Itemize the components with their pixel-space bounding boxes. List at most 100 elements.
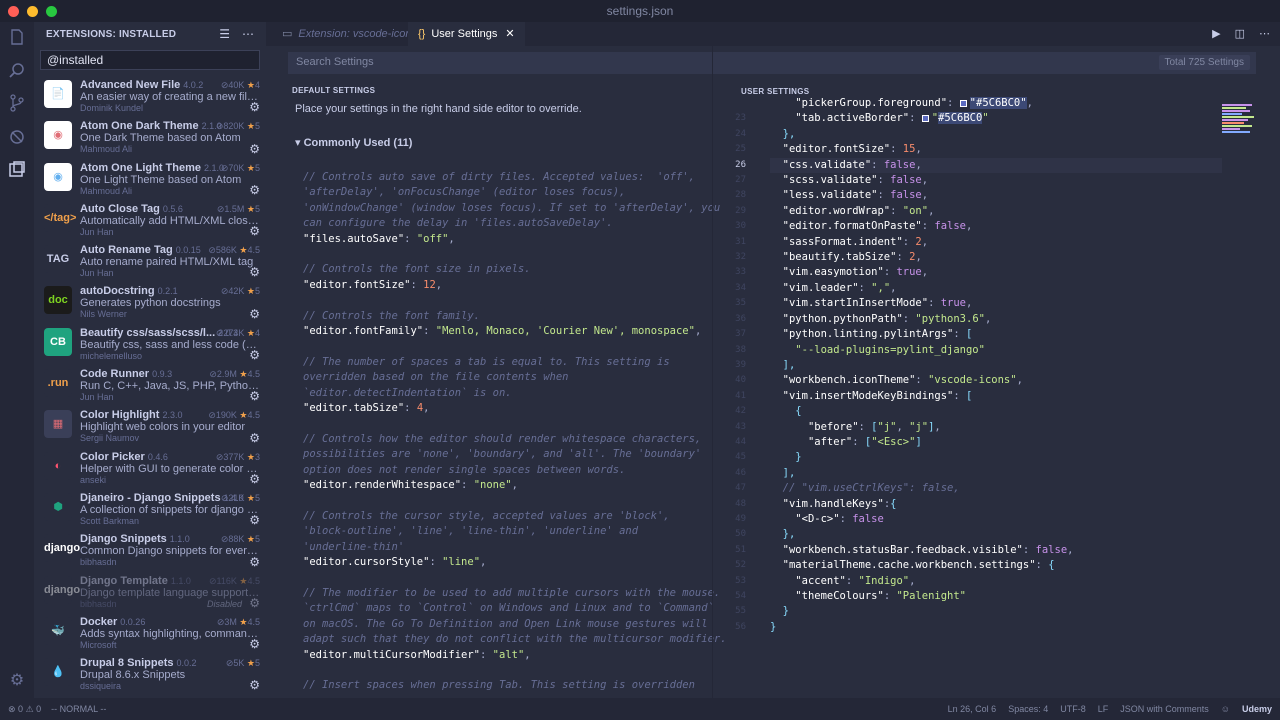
extension-gear-icon[interactable]: ⚙: [249, 596, 260, 610]
extension-item[interactable]: TAG Auto Rename Tag 0.0.15 ⊘586K ★4.5 Auto r…: [34, 241, 266, 282]
code-line[interactable]: "--load-plugins=pylint_django": [770, 343, 1073, 358]
language-mode[interactable]: JSON with Comments: [1120, 704, 1209, 714]
tab-user-settings[interactable]: {} User Settings ✕: [408, 22, 525, 46]
indentation[interactable]: Spaces: 4: [1008, 704, 1048, 714]
code-line[interactable]: "scss.validate": false,: [770, 173, 1073, 188]
settings-gear-icon[interactable]: ⚙: [6, 670, 28, 692]
user-settings-code[interactable]: "pickerGroup.foreground": "#5C6BC0", "ta…: [770, 96, 1073, 635]
extension-item[interactable]: doc autoDocstring 0.2.1 ⊘42K ★5 Generates py…: [34, 282, 266, 323]
code-line[interactable]: "python.pythonPath": "python3.6",: [770, 312, 1073, 327]
extension-item[interactable]: ◉ Atom One Dark Theme 2.1.0 ⊘820K ★5 One Dar…: [34, 117, 266, 158]
code-line[interactable]: "after": ["<Esc>"]: [770, 435, 1073, 450]
commonly-used-section[interactable]: ▾ Commonly Used (11): [295, 136, 412, 149]
code-line[interactable]: "workbench.statusBar.feedback.visible": …: [770, 543, 1074, 558]
code-line[interactable]: "before": ["j", "j"],: [770, 420, 1073, 435]
code-line[interactable]: }: [770, 604, 1073, 619]
run-icon[interactable]: ▶: [1212, 27, 1220, 40]
extension-gear-icon[interactable]: ⚙: [249, 307, 260, 321]
color-swatch[interactable]: [959, 100, 967, 107]
code-line[interactable]: "themeColours": "Palenight": [770, 589, 1073, 604]
code-line[interactable]: "vim.startInInsertMode": true,: [770, 296, 1073, 311]
extension-gear-icon[interactable]: ⚙: [249, 100, 260, 114]
problems-indicator[interactable]: ⊗ 0 ⚠ 0: [8, 704, 41, 715]
more-actions-icon[interactable]: ⋯: [242, 27, 254, 41]
extension-gear-icon[interactable]: ⚙: [249, 183, 260, 197]
line-number: 46: [735, 467, 746, 478]
cursor-position[interactable]: Ln 26, Col 6: [948, 704, 997, 714]
code-line[interactable]: // "vim.useCtrlKeys": false,: [770, 481, 1073, 496]
extension-item[interactable]: django Django Template 1.1.0 ⊘116K ★4.5 Djan…: [34, 572, 266, 613]
extensions-search-input[interactable]: @installed: [40, 50, 260, 70]
search-icon[interactable]: [6, 62, 28, 84]
extension-item[interactable]: ◉ Atom One Light Theme 2.1.0 ⊘70K ★5 One Lig…: [34, 159, 266, 200]
end-of-line[interactable]: LF: [1098, 704, 1109, 714]
extension-item[interactable]: ⬢ Djaneiro - Django Snippets 1.4.0 ⊘21K ★5 A…: [34, 489, 266, 530]
split-editor-icon[interactable]: ◫: [1235, 27, 1245, 40]
minimap[interactable]: [1222, 104, 1258, 148]
extension-logo: </tag>: [44, 203, 76, 232]
extension-item[interactable]: ◐ Color Picker 0.4.6 ⊘377K ★3 Helper with GU…: [34, 448, 266, 489]
extension-gear-icon[interactable]: ⚙: [249, 265, 260, 279]
encoding[interactable]: UTF-8: [1060, 704, 1086, 714]
tab-extension-vscode-icons[interactable]: ▭ Extension: vscode-icons: [272, 22, 427, 46]
extension-gear-icon[interactable]: ⚙: [249, 224, 260, 238]
code-line[interactable]: "<D-c>": false: [770, 512, 1073, 527]
code-line[interactable]: "workbench.iconTheme": "vscode-icons",: [770, 373, 1073, 388]
code-line[interactable]: "editor.wordWrap": "on",: [770, 204, 1073, 219]
code-line[interactable]: "python.linting.pylintArgs": [: [770, 327, 1073, 342]
activity-bar: ⚙: [0, 22, 34, 698]
pane-divider[interactable]: [712, 46, 713, 698]
extension-item[interactable]: django Django Snippets 1.1.0 ⊘88K ★5 Common …: [34, 530, 266, 571]
search-settings-input[interactable]: Search Settings Total 725 Settings: [288, 52, 1256, 74]
code-line[interactable]: "pickerGroup.foreground": "#5C6BC0",: [770, 96, 1073, 111]
code-line[interactable]: "editor.formatOnPaste": false,: [770, 219, 1073, 234]
extension-item[interactable]: CB Beautify css/sass/scss/l... 2.0.3 ⊘274K …: [34, 324, 266, 365]
extension-gear-icon[interactable]: ⚙: [249, 637, 260, 651]
extension-gear-icon[interactable]: ⚙: [249, 555, 260, 569]
extension-item[interactable]: 💧 Drupal 8 Snippets 0.0.2 ⊘5K ★5 Drupal 8.6.…: [34, 654, 266, 695]
extension-item[interactable]: 📄 Advanced New File 4.0.2 ⊘40K ★4 An easier …: [34, 76, 266, 117]
extension-gear-icon[interactable]: ⚙: [249, 142, 260, 156]
code-line[interactable]: ],: [770, 466, 1073, 481]
extension-gear-icon[interactable]: ⚙: [249, 472, 260, 486]
extension-gear-icon[interactable]: ⚙: [249, 513, 260, 527]
code-line[interactable]: "vim.handleKeys":{: [770, 497, 1073, 512]
code-line[interactable]: "sassFormat.indent": 2,: [770, 235, 1073, 250]
files-icon[interactable]: [6, 28, 28, 50]
code-line[interactable]: "accent": "Indigo",: [770, 574, 1073, 589]
code-line[interactable]: "tab.activeBorder": "#5C6BC0": [770, 111, 1073, 126]
extension-item[interactable]: ▦ Color Highlight 2.3.0 ⊘190K ★4.5 Highlight…: [34, 406, 266, 447]
code-line[interactable]: {: [770, 404, 1073, 419]
close-tab-icon[interactable]: ✕: [505, 28, 514, 40]
code-line[interactable]: "vim.easymotion": true,: [770, 265, 1073, 280]
code-line[interactable]: "css.validate": false,: [770, 158, 1073, 173]
code-line[interactable]: "less.validate": false,: [770, 188, 1073, 203]
extension-gear-icon[interactable]: ⚙: [249, 431, 260, 445]
code-line[interactable]: "beautify.tabSize": 2,: [770, 250, 1073, 265]
extension-gear-icon[interactable]: ⚙: [249, 348, 260, 362]
extension-gear-icon[interactable]: ⚙: [249, 389, 260, 403]
code-line[interactable]: "materialTheme.cache.workbench.settings"…: [770, 558, 1073, 573]
git-icon[interactable]: [6, 94, 28, 116]
code-line[interactable]: },: [770, 527, 1073, 542]
debug-icon[interactable]: [6, 128, 28, 150]
extension-publisher: michelemelluso: [80, 350, 143, 361]
code-line[interactable]: }: [770, 620, 1073, 635]
star-icon: ★: [246, 534, 255, 545]
code-line[interactable]: }: [770, 450, 1073, 465]
code-line[interactable]: },: [770, 127, 1073, 142]
feedback-icon[interactable]: ☺: [1221, 704, 1230, 714]
extension-stats: ⊘40K ★4: [220, 80, 260, 90]
code-line[interactable]: "vim.leader": ",",: [770, 281, 1073, 296]
extension-gear-icon[interactable]: ⚙: [249, 678, 260, 692]
color-swatch[interactable]: [921, 115, 929, 123]
code-line[interactable]: "editor.fontSize": 15,: [770, 142, 1073, 157]
extension-item[interactable]: 🐳 Docker 0.0.26 ⊘3M ★4.5 Adds syntax highlig…: [34, 613, 266, 654]
extensions-icon[interactable]: [6, 160, 28, 182]
extension-item[interactable]: </tag> Auto Close Tag 0.5.6 ⊘1.5M ★5 Automat…: [34, 200, 266, 241]
code-line[interactable]: "vim.insertModeKeyBindings": [: [770, 389, 1073, 404]
code-line[interactable]: ],: [770, 358, 1073, 373]
extension-item[interactable]: .run Code Runner 0.9.3 ⊘2.9M ★4.5 Run C, C++…: [34, 365, 266, 406]
filter-icon[interactable]: ☰: [219, 27, 230, 41]
more-actions-icon[interactable]: ⋯: [1259, 27, 1270, 40]
